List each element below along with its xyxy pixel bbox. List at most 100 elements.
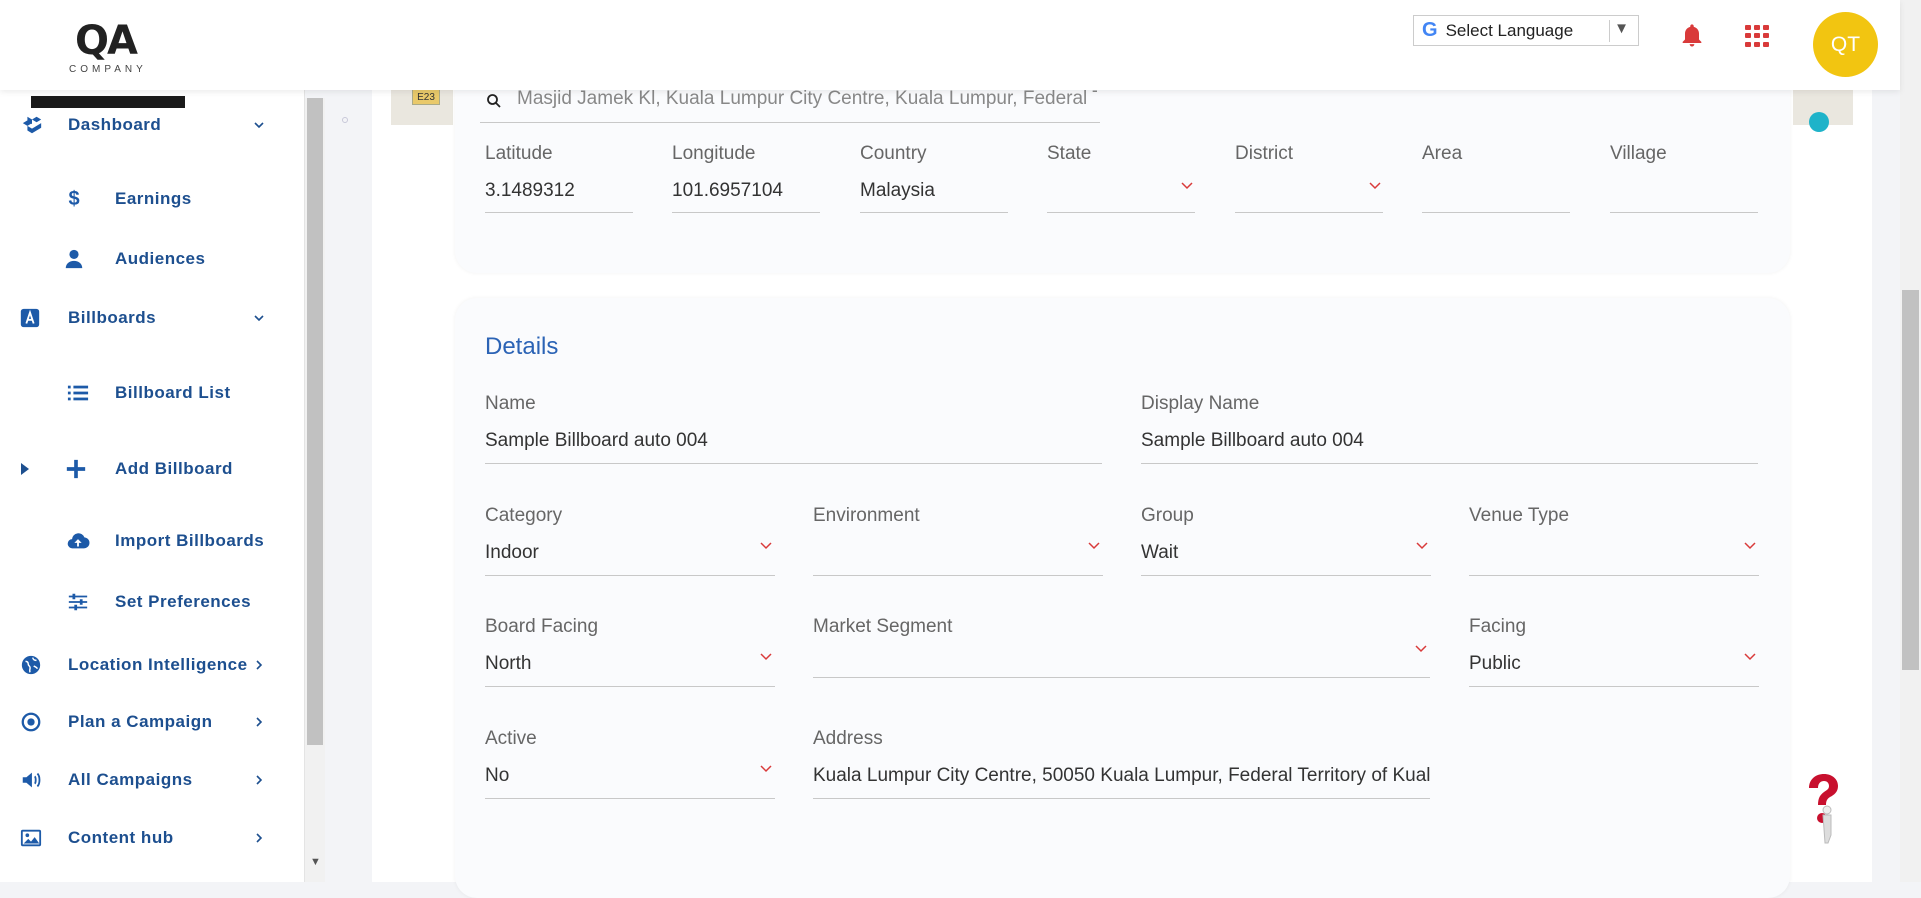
apps-grid-icon[interactable]: [1745, 25, 1771, 47]
scroll-down-arrow-icon[interactable]: ▼: [310, 856, 321, 868]
sidebar-item-label: Earnings: [115, 189, 192, 208]
dashboard-icon: [22, 116, 42, 134]
language-selector[interactable]: G Select Language ▼: [1413, 15, 1639, 46]
chevron-right-icon: [256, 717, 263, 727]
sidebar-item-all-campaigns[interactable]: All Campaigns: [0, 760, 290, 800]
chevron-down-icon: [760, 542, 772, 550]
field-underline: [1047, 212, 1195, 213]
chevron-right-icon: [256, 833, 263, 843]
plus-icon: [66, 459, 86, 479]
field-underline: [813, 798, 1430, 799]
sidebar-item-billboards[interactable]: Billboards: [0, 298, 290, 338]
longitude-label: Longitude: [672, 143, 756, 164]
latitude-label: Latitude: [485, 143, 553, 164]
group-label: Group: [1141, 505, 1194, 526]
active-label: Active: [485, 728, 537, 749]
caret-right-icon: [21, 463, 29, 475]
sidebar-item-label: All Campaigns: [68, 770, 193, 789]
logo-strip: [31, 96, 185, 108]
target-icon: [21, 712, 41, 732]
details-heading: Details: [485, 333, 559, 360]
sidebar-item-label: Dashboard: [68, 115, 162, 134]
chevron-down-icon: [254, 315, 264, 322]
display-name-label: Display Name: [1141, 393, 1260, 414]
billboard-icon: [20, 308, 40, 328]
latitude-value: 3.1489312: [485, 180, 575, 201]
map-pin-icon[interactable]: [1809, 112, 1829, 132]
user-avatar[interactable]: QT: [1813, 12, 1878, 77]
location-search-input[interactable]: Masjid Jamek Kl, Kuala Lumpur City Centr…: [480, 85, 1100, 123]
chevron-down-icon: [760, 765, 772, 773]
sidebar-item-label: Billboards: [68, 308, 157, 327]
sidebar-item-audiences[interactable]: Audiences: [0, 239, 290, 279]
image-icon: [20, 829, 42, 847]
field-underline: [813, 677, 1430, 678]
category-value: Indoor: [485, 542, 539, 563]
category-label: Category: [485, 505, 563, 526]
sidebar-item-label: Plan a Campaign: [68, 712, 213, 731]
village-label: Village: [1610, 143, 1667, 164]
chevron-down-icon: [1181, 182, 1193, 190]
address-label: Address: [813, 728, 883, 749]
board-facing-value: North: [485, 653, 532, 674]
search-icon: [487, 94, 501, 108]
area-label: Area: [1422, 143, 1463, 164]
details-card: [455, 298, 1790, 898]
help-question-icon[interactable]: [1795, 770, 1845, 845]
name-value: Sample Billboard auto 004: [485, 430, 708, 451]
page-scrollbar-thumb[interactable]: [1902, 290, 1919, 670]
chevron-down-icon: [1744, 542, 1756, 550]
company-logo[interactable]: QA COMPANY: [31, 12, 185, 108]
sidebar-item-content-hub[interactable]: Content hub: [0, 818, 290, 858]
field-underline: [1469, 575, 1759, 576]
field-underline: [485, 798, 775, 799]
chevron-right-icon: [256, 775, 263, 785]
country-label: Country: [860, 143, 927, 164]
sliders-icon: [68, 593, 88, 611]
field-underline: [485, 463, 1102, 464]
sidebar-item-plan-a-campaign[interactable]: Plan a Campaign: [0, 702, 290, 742]
sidebar-item-billboard-list[interactable]: Billboard List: [0, 373, 290, 413]
sidebar-item-dashboard[interactable]: Dashboard: [0, 105, 290, 145]
collapse-dot-icon[interactable]: [342, 117, 348, 123]
sidebar-item-label: Import Billboards: [115, 531, 265, 550]
venue-type-label: Venue Type: [1469, 505, 1570, 526]
sidebar: Dashboard $ Earnings Audiences Billboard…: [0, 90, 305, 882]
board-facing-label: Board Facing: [485, 616, 599, 637]
sidebar-item-earnings[interactable]: $ Earnings: [0, 179, 290, 219]
chevron-down-icon: [1744, 653, 1756, 661]
top-header: QA COMPANY G Select Language ▼ QT: [0, 0, 1900, 108]
user-icon: [65, 249, 83, 269]
name-label: Name: [485, 393, 536, 414]
field-underline: [860, 212, 1008, 213]
country-value: Malaysia: [860, 180, 935, 201]
sidebar-scrollbar-thumb[interactable]: [307, 98, 323, 745]
logo-text: QA: [75, 18, 138, 64]
bell-icon[interactable]: [1678, 22, 1706, 50]
list-icon: [67, 385, 89, 401]
sidebar-item-location-intelligence[interactable]: Location Intelligence: [0, 645, 290, 685]
sidebar-item-set-preferences[interactable]: Set Preferences: [0, 582, 290, 622]
display-name-value: Sample Billboard auto 004: [1141, 430, 1364, 451]
field-underline: [485, 212, 633, 213]
logo-mark: QA: [75, 18, 138, 64]
state-label: State: [1047, 143, 1092, 164]
sidebar-item-label: Content hub: [68, 828, 174, 847]
location-search-value: Masjid Jamek Kl, Kuala Lumpur City Centr…: [517, 88, 1097, 109]
sidebar-item-label: Audiences: [115, 249, 206, 268]
active-value: No: [485, 765, 510, 786]
language-label: Select Language: [1445, 20, 1574, 40]
field-underline: [485, 575, 775, 576]
longitude-value: 101.6957104: [672, 180, 783, 201]
globe-icon: [21, 655, 41, 675]
megaphone-icon: [22, 772, 41, 788]
language-divider: [1609, 20, 1610, 42]
field-underline: [813, 575, 1103, 576]
cloud-upload-icon: [67, 533, 90, 549]
sidebar-item-add-billboard[interactable]: Add Billboard: [0, 449, 290, 489]
field-underline: [1141, 463, 1758, 464]
map-road-badge: E23: [412, 89, 440, 105]
field-underline: [672, 212, 820, 213]
sidebar-item-import-billboards[interactable]: Import Billboards: [0, 521, 290, 561]
caret-down-icon: ▼: [1614, 20, 1629, 37]
